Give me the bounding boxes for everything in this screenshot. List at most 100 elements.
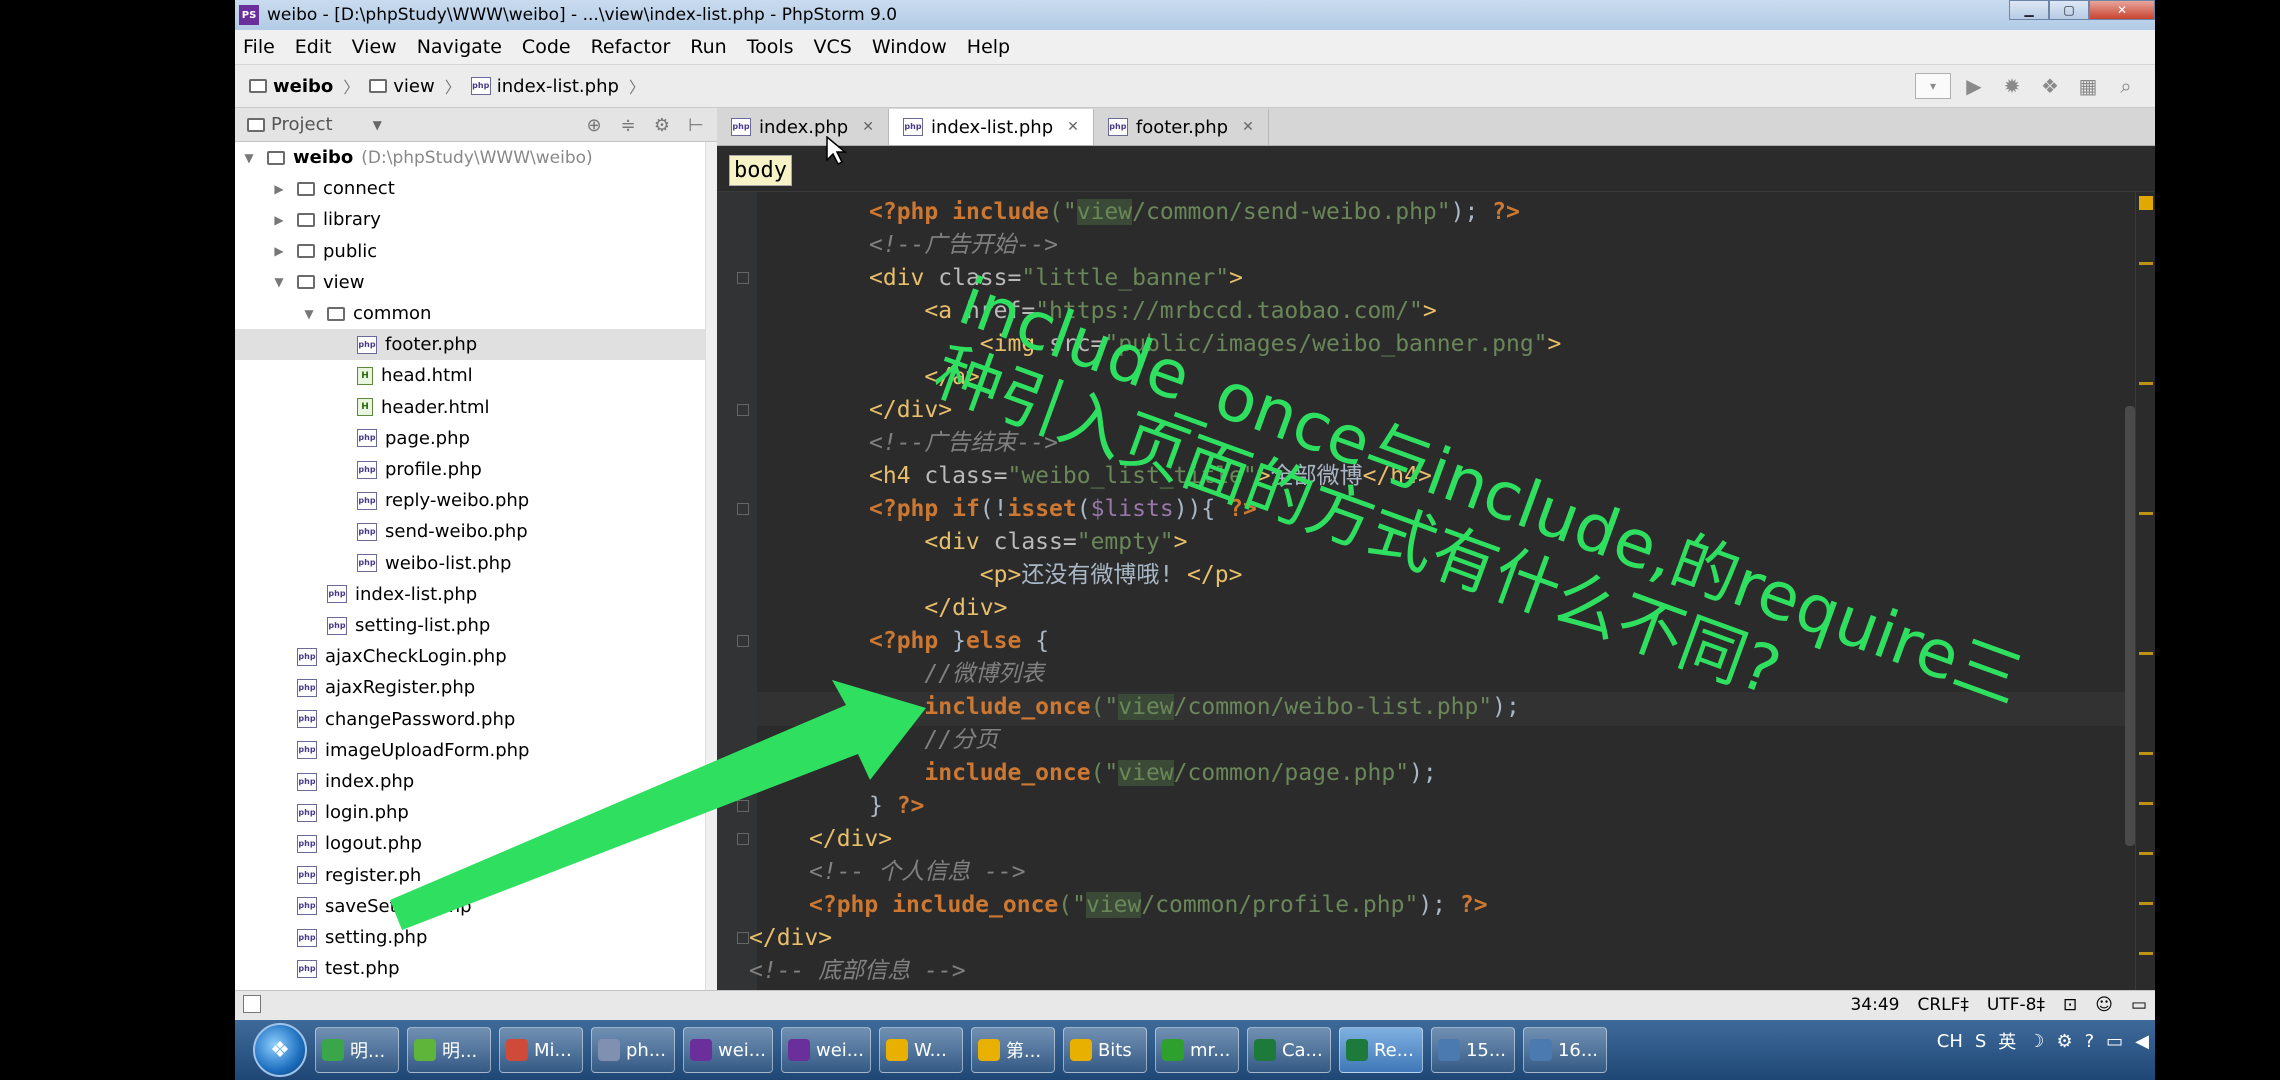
fold-marker-icon[interactable] xyxy=(737,635,749,647)
tree-item[interactable]: php imageUploadForm.php xyxy=(235,735,717,766)
stop-icon[interactable]: ▦ xyxy=(2073,73,2103,99)
close-tab-icon[interactable]: ✕ xyxy=(862,119,874,135)
stripe-marker[interactable] xyxy=(2139,802,2153,805)
run-config-dropdown[interactable]: ▾ xyxy=(1915,73,1951,99)
fold-marker-icon[interactable] xyxy=(737,503,749,515)
tree-item[interactable]: ▶ library xyxy=(235,204,717,235)
maximize-button[interactable]: ▢ xyxy=(2049,0,2089,20)
code-line[interactable]: </div> xyxy=(809,823,892,856)
tool-windows-icon[interactable] xyxy=(243,995,261,1013)
fold-marker-icon[interactable] xyxy=(737,272,749,284)
search-icon[interactable]: ⌕ xyxy=(2111,73,2141,99)
breadcrumb-item[interactable]: view xyxy=(369,76,435,97)
collapsed-arrow-icon[interactable]: ▶ xyxy=(271,213,287,227)
tree-item[interactable]: php weibo-list.php xyxy=(235,548,717,579)
stripe-marker[interactable] xyxy=(2139,902,2153,905)
code-line[interactable]: include_once("view/common/page.php"); xyxy=(869,757,1437,790)
fold-marker-icon[interactable] xyxy=(737,932,749,944)
inspector-icon[interactable]: ☺ xyxy=(2095,995,2113,1015)
editor-gutter[interactable] xyxy=(717,192,757,990)
tab-index-list[interactable]: php index-list.php ✕ xyxy=(888,109,1094,145)
code-line[interactable]: //微博列表 xyxy=(869,658,1044,691)
code-line[interactable]: <!--广告开始--> xyxy=(869,229,1058,262)
code-line[interactable]: <!-- 个人信息 --> xyxy=(809,856,1026,889)
tab-footer[interactable]: php footer.php ✕ xyxy=(1094,109,1269,145)
tree-item[interactable]: php login.php xyxy=(235,797,717,828)
lang-indicator[interactable]: CH xyxy=(1937,1031,1963,1052)
ime-mode[interactable]: 英 xyxy=(1998,1028,2016,1054)
project-panel-title[interactable]: Project xyxy=(271,114,333,135)
tab-index[interactable]: php index.php ✕ xyxy=(717,109,889,145)
tree-item[interactable]: php footer.php xyxy=(235,329,717,361)
collapsed-arrow-icon[interactable]: ▶ xyxy=(271,244,287,258)
close-tab-icon[interactable]: ✕ xyxy=(1067,119,1079,135)
line-separator[interactable]: CRLF‡ xyxy=(1917,995,1968,1015)
menu-help[interactable]: Help xyxy=(967,36,1010,58)
tree-item[interactable]: php index.php xyxy=(235,766,717,797)
tree-item[interactable]: php profile.php xyxy=(235,454,717,485)
stripe-marker[interactable] xyxy=(2139,512,2153,515)
stripe-marker[interactable] xyxy=(2139,852,2153,855)
file-encoding[interactable]: UTF-8‡ xyxy=(1987,995,2045,1015)
code-line[interactable]: <!--广告结束--> xyxy=(869,427,1058,460)
taskbar-button[interactable]: Ca... xyxy=(1246,1027,1331,1073)
hide-icon[interactable]: ⊢ xyxy=(685,114,707,136)
lock-icon[interactable]: ⊡ xyxy=(2063,995,2077,1015)
tree-item[interactable]: php logout.php xyxy=(235,828,717,859)
code-line[interactable]: <div class="little_banner"> xyxy=(869,262,1243,295)
fold-marker-icon[interactable] xyxy=(737,833,749,845)
code-line[interactable]: <img src="public/images/weibo_banner.png… xyxy=(869,328,1562,361)
breadcrumb-item[interactable]: php index-list.php xyxy=(470,76,619,97)
tree-item[interactable]: ▼ weibo (D:\phpStudy\WWW\weibo) xyxy=(235,142,717,173)
menu-navigate[interactable]: Navigate xyxy=(417,36,502,58)
volume-icon[interactable]: ◀ xyxy=(2135,1031,2149,1052)
code-line[interactable]: <h4 class="weibo_list_title">全部微博</h4> xyxy=(869,460,1432,493)
code-line[interactable]: } ?> xyxy=(869,790,924,823)
code-line[interactable]: <?php include("view/common/send-weibo.ph… xyxy=(869,196,1520,229)
fold-marker-icon[interactable] xyxy=(737,800,749,812)
code-line[interactable]: <p>还没有微博哦! </p> xyxy=(869,559,1243,592)
code-editor[interactable]: body <?php include("view/common/send-wei… xyxy=(717,146,2155,990)
minimize-button[interactable]: ▁ xyxy=(2009,0,2049,20)
project-scrollbar[interactable] xyxy=(705,142,717,990)
taskbar-button[interactable]: 第... xyxy=(970,1027,1055,1073)
collapsed-arrow-icon[interactable]: ▶ xyxy=(271,182,287,196)
tree-item[interactable]: php reply-weibo.php xyxy=(235,485,717,516)
tree-item[interactable]: php page.php xyxy=(235,423,717,454)
code-line[interactable]: <!-- 底部信息 --> xyxy=(749,955,966,988)
taskbar-button[interactable]: W... xyxy=(878,1027,963,1073)
gear-icon[interactable]: ⚙ xyxy=(651,114,673,136)
code-line[interactable]: </a> xyxy=(869,361,979,394)
scroll-from-source-icon[interactable]: ⊕ xyxy=(583,114,605,136)
tree-item[interactable]: ▼ common xyxy=(235,298,717,329)
fold-marker-icon[interactable] xyxy=(737,404,749,416)
menu-refactor[interactable]: Refactor xyxy=(591,36,671,58)
ime-icon[interactable]: S xyxy=(1975,1031,1986,1052)
coverage-icon[interactable]: ❖ xyxy=(2035,73,2065,99)
taskbar-button[interactable]: 明... xyxy=(407,1027,491,1073)
tree-item[interactable]: php changePassword.php xyxy=(235,704,717,735)
taskbar-button[interactable]: 明... xyxy=(315,1027,399,1073)
taskbar-button[interactable]: 15... xyxy=(1430,1027,1515,1073)
code-line[interactable]: include_once("view/common/weibo-list.php… xyxy=(869,691,1520,724)
error-stripe[interactable] xyxy=(2135,192,2155,990)
stripe-marker[interactable] xyxy=(2139,952,2153,955)
taskbar-button[interactable]: 16... xyxy=(1522,1027,1607,1073)
start-button[interactable]: ❖ xyxy=(253,1023,307,1077)
tree-item[interactable]: php test.php xyxy=(235,953,717,984)
help-icon[interactable]: ? xyxy=(2085,1031,2095,1052)
tree-item[interactable]: php setting.php xyxy=(235,922,717,953)
code-line[interactable]: <?php include_once("view/common/profile.… xyxy=(809,889,1488,922)
tree-item[interactable]: php setting-list.php xyxy=(235,610,717,641)
tree-item[interactable]: ▶ public xyxy=(235,236,717,267)
network-icon[interactable]: ▭ xyxy=(2106,1031,2123,1052)
tree-item[interactable]: Hheader.html xyxy=(235,392,717,423)
expanded-arrow-icon[interactable]: ▼ xyxy=(241,151,257,165)
taskbar-button[interactable]: Bits xyxy=(1062,1027,1147,1073)
tree-item[interactable]: php send-weibo.php xyxy=(235,516,717,547)
stripe-marker[interactable] xyxy=(2139,752,2153,755)
code-line[interactable]: </div> xyxy=(869,592,1007,625)
warning-marker[interactable] xyxy=(2139,196,2153,210)
tag-breadcrumb[interactable]: body xyxy=(729,155,792,186)
code-line[interactable]: <?php }else { xyxy=(869,625,1049,658)
